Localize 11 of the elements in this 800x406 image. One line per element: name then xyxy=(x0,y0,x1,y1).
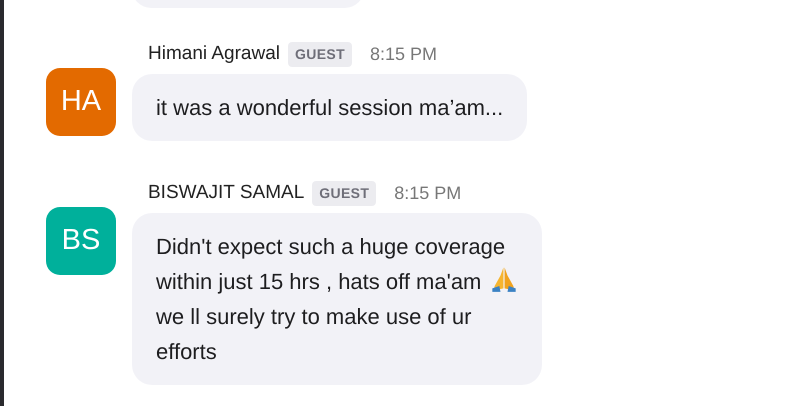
guest-badge: GUEST xyxy=(312,180,376,206)
praying-hands-icon xyxy=(490,265,518,293)
message-text: it was a wonderful session ma’am... xyxy=(156,94,504,122)
message-text: Didn't expect such a huge coverage within just 15 hrs , hats off ma'am we ll surely try to make use of ur efforts xyxy=(156,229,518,369)
sender-name: BISWAJIT SAMAL xyxy=(148,180,304,205)
avatar: HA xyxy=(46,68,116,136)
guest-badge: GUEST xyxy=(288,42,352,66)
avatar: BS xyxy=(46,207,116,275)
message-time: 8:15 PM xyxy=(394,182,462,204)
message-time: 8:15 PM xyxy=(370,42,438,66)
sender-name: Himani Agrawal xyxy=(148,42,280,66)
